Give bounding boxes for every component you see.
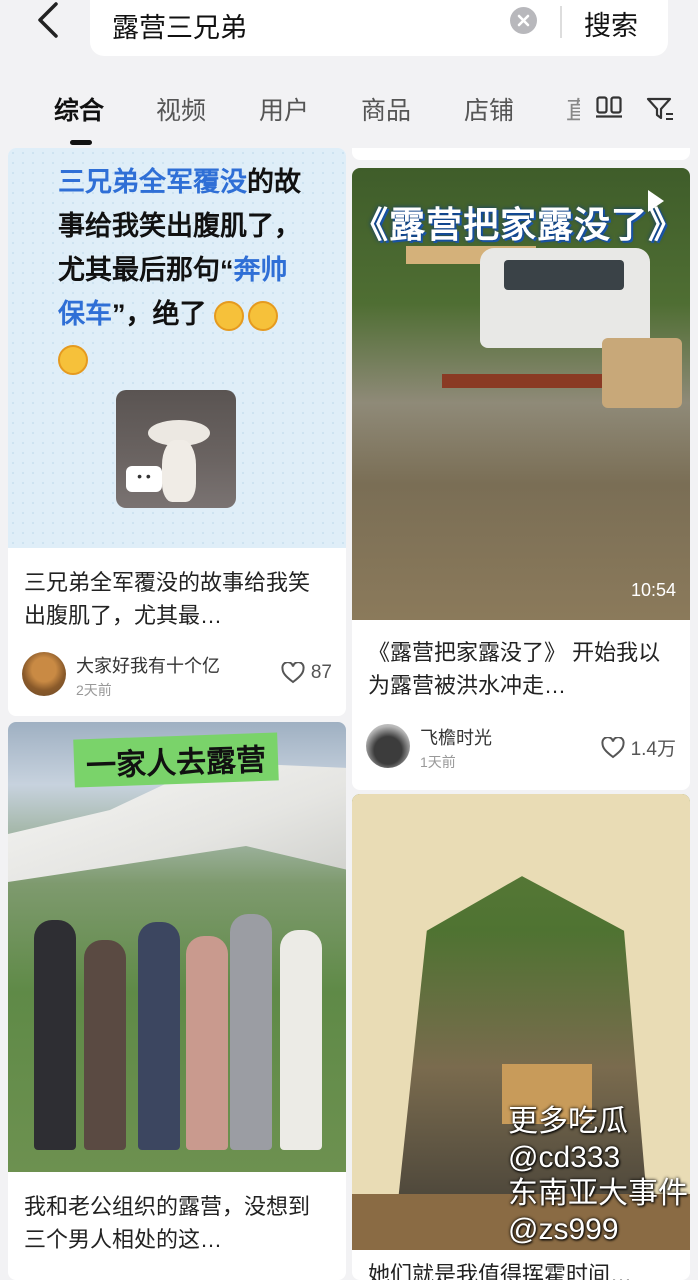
watermark-line: 东南亚大事件 [508,1177,688,1210]
card-title[interactable]: 我和老公组织的露营，没想到三个男人相处的这… [24,1190,324,1256]
video-card[interactable]: 《露营把家露没了》 10:54 《露营把家露没了》 开始我以为露营被洪水冲走… … [352,168,690,790]
tab-more-cut[interactable]: 直 [566,91,580,127]
person-shape [84,940,126,1150]
tab-store[interactable]: 店铺 [464,91,514,127]
dog-shape [162,440,196,502]
like-count: 1.4万 [630,739,676,760]
post-time: 2天前 [76,682,112,698]
search-button[interactable]: 搜索 [584,4,638,43]
watermark: 更多吃瓜 @cd333 东南亚大事件 @zs999 [508,1104,688,1248]
tab-bar: 综合 视频 用户 商品 店铺 直 [0,86,698,146]
video-duration: 10:54 [630,580,676,600]
card-image[interactable]: 一家人去露营 [8,722,346,1172]
heart-icon [281,662,305,684]
author-name[interactable]: 大家好我有十个亿 [76,652,220,678]
suv-shape [480,248,650,348]
card-title[interactable]: 《露营把家露没了》 开始我以为露营被洪水冲走… [368,636,668,702]
search-header: 露营三兄弟 搜索 综合 视频 用户 商品 店铺 直 [0,0,698,150]
laughing-emoji-icon [58,344,88,375]
tab-user[interactable]: 用户 [259,91,309,127]
note-card[interactable]: 三兄弟全军覆没的故事给我笑出腹肌了，尤其最后那句“奔帅保车”，绝了 • • 三兄… [8,148,346,716]
active-tab-indicator [70,140,92,145]
card-title[interactable]: 她们就是我值得挥霍时间… [368,1258,678,1280]
back-arrow-icon[interactable] [30,0,70,40]
meme-end: ”，绝了 [112,299,207,329]
laughing-emoji-icon [248,300,279,331]
meme-highlight: 三兄弟全军覆没 [58,167,247,197]
like-count: 87 [310,662,332,683]
card-sliver [352,148,690,160]
clear-icon[interactable] [510,7,537,34]
person-shape [34,920,76,1150]
tab-video[interactable]: 视频 [156,91,206,127]
like-button[interactable]: 87 [281,662,332,684]
divider [560,6,562,38]
person-shape [138,922,180,1150]
layout-toggle-icon[interactable] [596,96,622,118]
card-image[interactable]: 三兄弟全军覆没的故事给我笑出腹肌了，尤其最后那句“奔帅保车”，绝了 • • [8,148,346,548]
dog-photo: • • [116,390,236,508]
meme-quote-open: “ [220,255,234,285]
watermark-line: @cd333 [508,1141,621,1174]
author-name[interactable]: 飞檐时光 [420,724,492,750]
note-card[interactable]: 一家人去露营 我和老公组织的露营，没想到三个男人相处的这… [8,722,346,1280]
filter-icon[interactable] [646,96,674,122]
watermark-line: @zs999 [508,1213,619,1246]
heart-icon [601,736,625,758]
video-thumbnail[interactable]: 《露营把家露没了》 10:54 [352,168,690,620]
chair-shape [602,338,682,408]
search-input[interactable]: 露营三兄弟 [112,6,247,45]
video-image-title: 《露营把家露没了》 [352,204,686,245]
post-time: 1天前 [420,754,456,770]
card-title[interactable]: 三兄弟全军覆没的故事给我笑出腹肌了，尤其最… [24,566,324,632]
chat-bubble-icon: • • [126,466,162,492]
author-avatar[interactable] [22,652,66,696]
play-icon[interactable] [648,190,664,212]
family-camp-scene [8,722,346,1172]
table-shape [442,374,602,388]
person-shape [230,914,272,1150]
author-avatar[interactable] [366,724,410,768]
search-bar[interactable]: 露营三兄弟 搜索 [90,0,668,56]
tab-goods[interactable]: 商品 [361,91,411,127]
like-button[interactable]: 1.4万 [601,734,676,761]
meme-text: 三兄弟全军覆没的故事给我笑出腹肌了，尤其最后那句“奔帅保车”，绝了 [58,160,308,380]
person-shape [186,936,228,1150]
tab-comprehensive[interactable]: 综合 [54,91,104,127]
laughing-emoji-icon [214,300,245,331]
person-shape [280,930,322,1150]
image-banner: 一家人去露营 [73,732,279,788]
watermark-line: 更多吃瓜 [508,1105,628,1138]
